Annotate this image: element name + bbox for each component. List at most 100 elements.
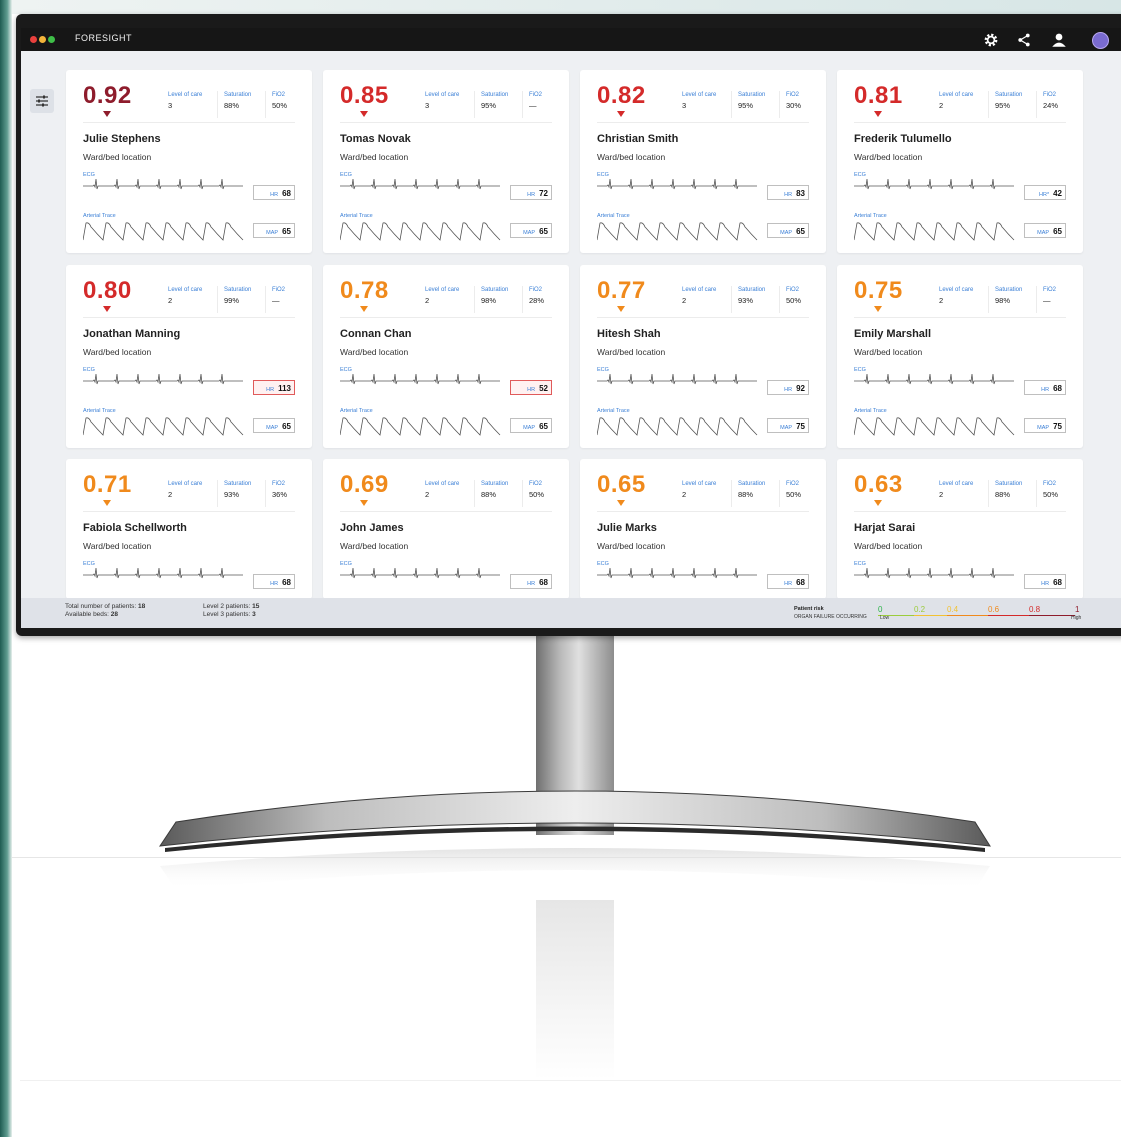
patient-card[interactable]: 0.85 Level of care 3 Saturation 95% FiO2… bbox=[323, 70, 569, 253]
fio2-value: 50% bbox=[786, 490, 802, 499]
fio2-value: 30% bbox=[786, 101, 802, 110]
patient-card[interactable]: 0.71 Level of care 2 Saturation 93% FiO2… bbox=[66, 459, 312, 599]
fio2-value: 28% bbox=[529, 296, 545, 305]
patient-card[interactable]: 0.65 Level of care 2 Saturation 88% FiO2… bbox=[580, 459, 826, 599]
ecg-waveform bbox=[597, 373, 757, 385]
risk-legend-title: Patient risk bbox=[794, 606, 824, 612]
patient-location: Ward/bed location bbox=[83, 541, 152, 551]
stat-divider bbox=[217, 286, 218, 313]
risk-scale-value: 0.8 bbox=[1029, 605, 1041, 614]
stat-divider bbox=[474, 286, 475, 313]
fio2-label: FiO2 bbox=[1043, 92, 1057, 98]
fio2-label: FiO2 bbox=[272, 92, 286, 98]
patient-location: Ward/bed location bbox=[340, 541, 409, 551]
fio2-label: FiO2 bbox=[272, 287, 286, 293]
ecg-waveform bbox=[83, 178, 243, 190]
patient-card[interactable]: 0.69 Level of care 2 Saturation 88% FiO2… bbox=[323, 459, 569, 599]
level-of-care-label: Level of care bbox=[425, 92, 460, 98]
arterial-trace-label: Arterial Trace bbox=[83, 213, 116, 219]
stat-divider bbox=[731, 480, 732, 507]
hr-label: HR bbox=[784, 192, 793, 198]
risk-trend-down-icon bbox=[360, 111, 368, 117]
fio2-value: 50% bbox=[529, 490, 545, 499]
stat-divider bbox=[522, 286, 523, 313]
map-label: MAP bbox=[266, 425, 279, 431]
risk-score: 0.63 bbox=[854, 471, 903, 498]
fio2-label: FiO2 bbox=[529, 92, 543, 98]
arterial-trace-label: Arterial Trace bbox=[340, 213, 373, 219]
patient-card[interactable]: 0.80 Level of care 2 Saturation 99% FiO2… bbox=[66, 265, 312, 448]
patient-name[interactable]: Julie Stephens bbox=[83, 133, 161, 145]
patient-name[interactable]: Tomas Novak bbox=[340, 133, 411, 145]
patient-location: Ward/bed location bbox=[340, 347, 409, 357]
patient-card[interactable]: 0.63 Level of care 2 Saturation 88% FiO2… bbox=[837, 459, 1083, 599]
fio2-label: FiO2 bbox=[1043, 481, 1057, 487]
card-divider bbox=[340, 317, 552, 318]
patient-name[interactable]: Harjat Sarai bbox=[854, 522, 915, 534]
stat-divider bbox=[217, 91, 218, 118]
patient-name[interactable]: Frederik Tulumello bbox=[854, 133, 952, 145]
arterial-trace-label: Arterial Trace bbox=[83, 408, 116, 414]
patient-name[interactable]: Hitesh Shah bbox=[597, 328, 661, 340]
saturation-value: 93% bbox=[224, 490, 240, 499]
level-of-care-label: Level of care bbox=[425, 287, 460, 293]
patient-name[interactable]: Christian Smith bbox=[597, 133, 678, 145]
risk-scale-high: High bbox=[1071, 615, 1082, 621]
patient-name[interactable]: Fabiola Schellworth bbox=[83, 522, 187, 534]
patient-name[interactable]: Emily Marshall bbox=[854, 328, 931, 340]
patient-name[interactable]: John James bbox=[340, 522, 404, 534]
patient-card[interactable]: 0.92 Level of care 3 Saturation 88% FiO2… bbox=[66, 70, 312, 253]
hr-label: HR bbox=[1041, 387, 1050, 393]
arterial-waveform bbox=[83, 222, 244, 241]
hr-label: HR bbox=[270, 581, 279, 587]
patient-name[interactable]: Julie Marks bbox=[597, 522, 657, 534]
fio2-value: 24% bbox=[1043, 101, 1059, 110]
saturation-label: Saturation bbox=[738, 92, 766, 98]
window-maximize-dot[interactable] bbox=[48, 36, 55, 43]
stat-divider bbox=[265, 480, 266, 507]
avatar[interactable] bbox=[1092, 32, 1109, 49]
map-value: 65 bbox=[282, 227, 291, 236]
risk-score: 0.85 bbox=[340, 82, 389, 109]
saturation: Saturation 98% bbox=[481, 287, 508, 305]
level-of-care-label: Level of care bbox=[682, 92, 717, 98]
heart-rate-box: HR 68 bbox=[1024, 574, 1066, 589]
map-label: MAP bbox=[780, 230, 793, 236]
hr-value: 68 bbox=[282, 189, 291, 198]
gear-icon[interactable] bbox=[982, 31, 1000, 49]
risk-score: 0.78 bbox=[340, 277, 389, 304]
stat-divider bbox=[522, 480, 523, 507]
arterial-trace-label: Arterial Trace bbox=[597, 408, 630, 414]
fio2-label: FiO2 bbox=[272, 481, 286, 487]
risk-trend-down-icon bbox=[103, 111, 111, 117]
hr-value: 42 bbox=[1053, 189, 1062, 198]
patient-location: Ward/bed location bbox=[597, 347, 666, 357]
level-of-care-value: 2 bbox=[939, 101, 944, 110]
user-icon[interactable] bbox=[1050, 31, 1068, 49]
window-close-dot[interactable] bbox=[30, 36, 37, 43]
card-divider bbox=[83, 317, 295, 318]
hr-label: HR bbox=[1041, 581, 1050, 587]
window-minimize-dot[interactable] bbox=[39, 36, 46, 43]
risk-scale-value: 0.4 bbox=[947, 605, 959, 614]
level-of-care: Level of care 3 bbox=[168, 92, 202, 110]
heart-rate-box: HR 92 bbox=[767, 380, 809, 395]
patient-card[interactable]: 0.81 Level of care 2 Saturation 95% FiO2… bbox=[837, 70, 1083, 253]
card-divider bbox=[854, 511, 1066, 512]
hr-value: 72 bbox=[539, 189, 548, 198]
patient-card[interactable]: 0.82 Level of care 3 Saturation 95% FiO2… bbox=[580, 70, 826, 253]
level-of-care-label: Level of care bbox=[168, 481, 203, 487]
saturation-label: Saturation bbox=[738, 481, 766, 487]
patient-name[interactable]: Connan Chan bbox=[340, 328, 412, 340]
patient-card[interactable]: 0.77 Level of care 2 Saturation 93% FiO2… bbox=[580, 265, 826, 448]
patient-card[interactable]: 0.78 Level of care 2 Saturation 98% FiO2… bbox=[323, 265, 569, 448]
filter-button[interactable] bbox=[30, 89, 54, 113]
level-of-care-label: Level of care bbox=[168, 92, 203, 98]
level-of-care-label: Level of care bbox=[682, 287, 717, 293]
risk-legend-subtitle: ORGAN FAILURE OCCURRING bbox=[794, 614, 867, 620]
patient-name[interactable]: Jonathan Manning bbox=[83, 328, 180, 340]
saturation: Saturation 88% bbox=[995, 481, 1022, 499]
share-icon[interactable] bbox=[1015, 31, 1033, 49]
available-beds: Available beds: 28 bbox=[65, 611, 119, 618]
patient-card[interactable]: 0.75 Level of care 2 Saturation 98% FiO2… bbox=[837, 265, 1083, 448]
